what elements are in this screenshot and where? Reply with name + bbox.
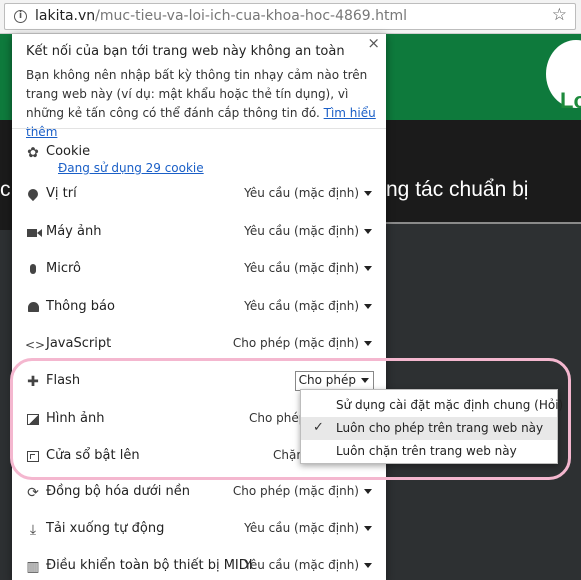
permission-label: Đồng bộ hóa dưới nền [46,484,190,499]
site-logo[interactable]: Lo [560,88,581,114]
security-title: Kết nối của bạn tới trang web này không … [26,44,345,59]
permission-row-microphone: Micrô Yêu cầu (mặc định) [12,255,386,285]
browser-toolbar: i lakita.vn/muc-tieu-va-loi-ich-cua-khoa… [0,0,581,34]
permission-row-midi: ▥ Điều khiển toàn bộ thiết bị MIDI Yêu c… [12,552,386,580]
dropdown-caret-icon [364,489,372,494]
camera-icon [25,225,41,241]
permission-label: Micrô [46,261,81,276]
permission-select-flash[interactable]: Cho phép [294,371,374,391]
permission-label: Hình ảnh [46,411,105,426]
microphone-icon [25,262,41,278]
cookie-usage-link[interactable]: Đang sử dụng 29 cookie [58,161,204,175]
code-brackets-icon: <> [25,338,46,352]
permission-select-location[interactable]: Yêu cầu (mặc định) [244,186,372,200]
dropdown-caret-icon [364,266,372,271]
blocked-popup-icon [25,449,41,465]
url-text[interactable]: lakita.vn/muc-tieu-va-loi-ich-cua-khoa-h… [35,8,407,24]
permission-label: Vị trí [46,186,77,201]
permission-row-notifications: Thông báo Yêu cầu (mặc định) [12,293,386,323]
page-hero-left [0,120,12,230]
address-bar[interactable]: i lakita.vn/muc-tieu-va-loi-ich-cua-khoa… [4,3,576,30]
permission-row-javascript: <> JavaScript Cho phép (mặc định) [12,330,386,360]
permission-row-automatic-downloads: ⤓ Tải xuống tự động Yêu cầu (mặc định) [12,515,386,545]
close-icon[interactable]: × [367,34,380,52]
permission-row-location: Vị trí Yêu cầu (mặc định) [12,180,386,210]
piano-keys-icon: ▥ [26,559,40,575]
permission-select-javascript[interactable]: Cho phép (mặc định) [233,336,372,350]
permission-label: Cửa sổ bật lên [46,448,140,463]
permission-label: Tải xuống tự động [46,521,165,536]
permission-select-microphone[interactable]: Yêu cầu (mặc định) [244,261,372,275]
dropdown-caret-icon [364,191,372,196]
permission-select-background-sync[interactable]: Cho phép (mặc định) [233,484,372,498]
page-header-band [0,34,12,120]
permission-row-camera: Máy ảnh Yêu cầu (mặc định) [12,218,386,248]
permission-row-background-sync: ⟳ Đồng bộ hóa dưới nền Cho phép (mặc địn… [12,478,386,508]
permission-select-automatic-downloads[interactable]: Yêu cầu (mặc định) [244,521,372,535]
permission-label: Máy ảnh [46,224,102,239]
puzzle-piece-icon: ✚ [27,374,39,390]
page-headline: ng tác chuẩn bị [386,178,529,201]
image-icon [25,412,41,428]
cookie-label: Cookie [46,144,91,159]
dropdown-caret-icon [364,341,372,346]
permission-select-notifications[interactable]: Yêu cầu (mặc định) [244,299,372,313]
dropdown-caret-icon [361,378,369,383]
checkmark-icon: ✓ [313,420,324,435]
cookie-icon: ✿ [27,145,39,161]
menu-option-default[interactable]: Sử dụng cài đặt mặc định chung (Hỏi) [301,394,563,417]
page-hero-divider [380,222,581,224]
divider [12,128,386,129]
permission-select-camera[interactable]: Yêu cầu (mặc định) [244,224,372,238]
dropdown-caret-icon [364,563,372,568]
permission-label: Điều khiển toàn bộ thiết bị MIDI [46,558,253,573]
dropdown-caret-icon [364,304,372,309]
page-headline-left: c [0,178,11,201]
permission-label: JavaScript [46,336,112,351]
security-description: Bạn không nên nhập bất kỳ thông tin nhạy… [26,66,376,142]
url-domain: lakita.vn [35,8,96,24]
site-info-popup: × Kết nối của bạn tới trang web này khôn… [12,34,386,580]
download-icon: ⤓ [29,522,37,538]
bookmark-star-icon[interactable]: ☆ [552,5,567,25]
menu-option-always-block[interactable]: Luôn chặn trên trang web này [301,440,557,463]
page-hero-image [380,120,581,223]
location-pin-icon [25,186,41,203]
url-path: /muc-tieu-va-loi-ich-cua-khoa-hoc-4869.h… [95,8,408,24]
permission-label: Flash [46,373,81,388]
permission-select-midi[interactable]: Yêu cầu (mặc định) [244,558,372,572]
permission-select-images[interactable]: Cho phép [249,411,306,425]
dropdown-caret-icon [364,229,372,234]
permission-label: Thông báo [46,299,115,314]
flash-options-menu: Sử dụng cài đặt mặc định chung (Hỏi) ✓ L… [300,389,563,464]
dropdown-caret-icon [364,526,372,531]
site-info-icon[interactable]: i [14,10,27,23]
security-body-text: Bạn không nên nhập bất kỳ thông tin nhạy… [26,68,368,120]
menu-option-always-allow[interactable]: ✓ Luôn cho phép trên trang web này [301,417,557,440]
bell-icon [25,300,41,316]
sync-icon: ⟳ [27,485,39,501]
